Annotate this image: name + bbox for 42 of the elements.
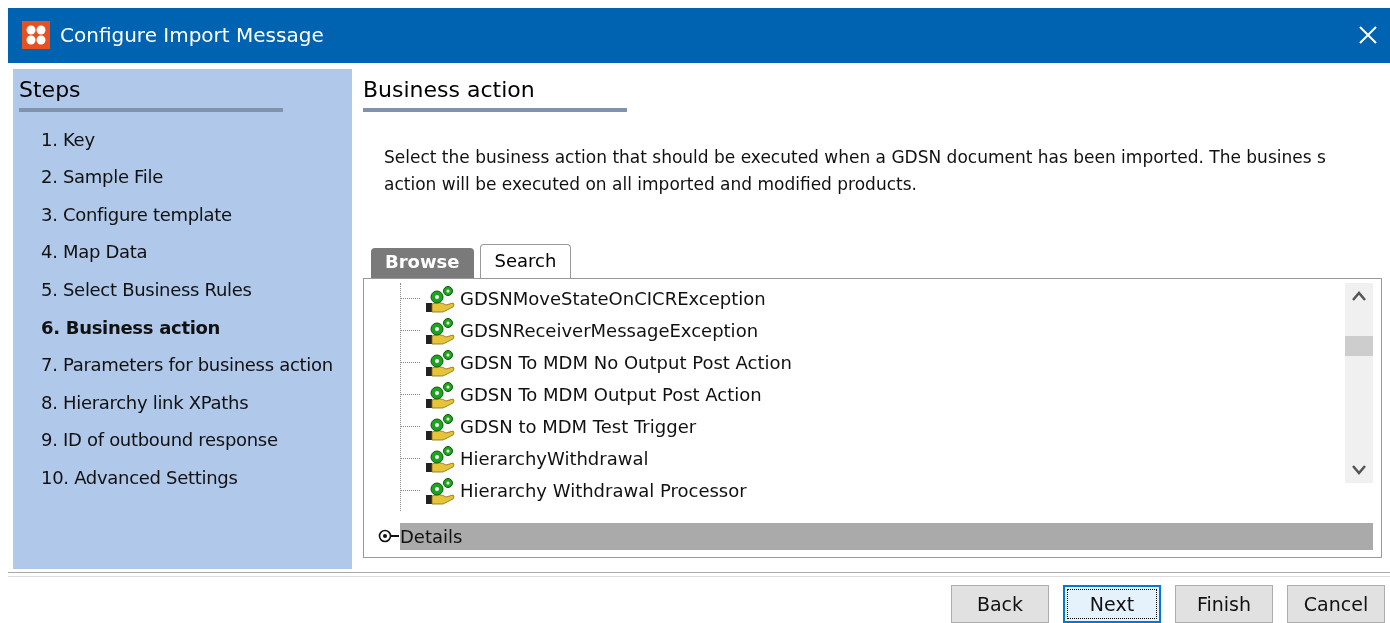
- section-title: Business action: [363, 76, 627, 112]
- close-icon[interactable]: [1358, 25, 1378, 46]
- step-item[interactable]: 6. Business action: [41, 315, 352, 354]
- tree-item[interactable]: GDSN To MDM No Output Post Action: [460, 352, 792, 374]
- step-item[interactable]: 7. Parameters for business action: [41, 353, 352, 391]
- description-text: Select the business action that should be executed when a GDSN document has been imported. The busines s action will be executed on all imported and modified products.: [384, 145, 1327, 196]
- tree-item[interactable]: Hierarchy Withdrawal Processor: [460, 480, 747, 502]
- gear-hand-icon: [424, 476, 456, 505]
- scrollbar[interactable]: [1345, 282, 1373, 483]
- expand-icon[interactable]: [378, 529, 400, 544]
- gear-hand-icon: [424, 348, 456, 377]
- step-item[interactable]: 9. ID of outbound response: [41, 428, 352, 466]
- tab[interactable]: Search: [479, 243, 572, 278]
- panel-title: Steps: [19, 76, 283, 112]
- tree-item[interactable]: HierarchyWithdrawal: [460, 448, 649, 470]
- step-item[interactable]: 1. Key: [41, 127, 352, 166]
- dialog-button[interactable]: Finish: [1175, 585, 1273, 623]
- tree-item[interactable]: GDSN To MDM Output Post Action: [460, 384, 762, 406]
- scrollbar-thumb[interactable]: [1345, 335, 1373, 356]
- chevron-down-icon[interactable]: [1352, 464, 1366, 475]
- app-logo-icon: [22, 21, 50, 50]
- step-item[interactable]: 10. Advanced Settings: [41, 465, 352, 504]
- window-title: Configure Import Message: [60, 23, 325, 48]
- tree-item[interactable]: GDSN to MDM Test Trigger: [460, 416, 697, 438]
- tree-item[interactable]: GDSNMoveStateOnCICRException: [460, 288, 766, 310]
- gear-hand-icon: [424, 316, 456, 345]
- step-item[interactable]: 5. Select Business Rules: [41, 278, 352, 316]
- step-item[interactable]: 3. Configure template: [41, 202, 352, 241]
- chevron-up-icon[interactable]: [1352, 290, 1366, 301]
- step-item[interactable]: 2. Sample File: [41, 165, 352, 203]
- tree-item[interactable]: GDSNReceiverMessageException: [460, 320, 759, 342]
- dialog-button[interactable]: Back: [951, 585, 1049, 623]
- step-item[interactable]: 4. Map Data: [41, 240, 352, 278]
- dialog-button[interactable]: Cancel: [1287, 585, 1385, 623]
- step-item[interactable]: 8. Hierarchy link XPaths: [41, 390, 352, 429]
- tab[interactable]: Browse: [371, 247, 474, 278]
- gear-hand-icon: [424, 380, 456, 409]
- details-header[interactable]: Details: [400, 522, 1373, 550]
- dialog-button[interactable]: Next: [1063, 585, 1161, 623]
- gear-hand-icon: [424, 284, 456, 313]
- gear-hand-icon: [424, 444, 456, 473]
- gear-hand-icon: [424, 412, 456, 441]
